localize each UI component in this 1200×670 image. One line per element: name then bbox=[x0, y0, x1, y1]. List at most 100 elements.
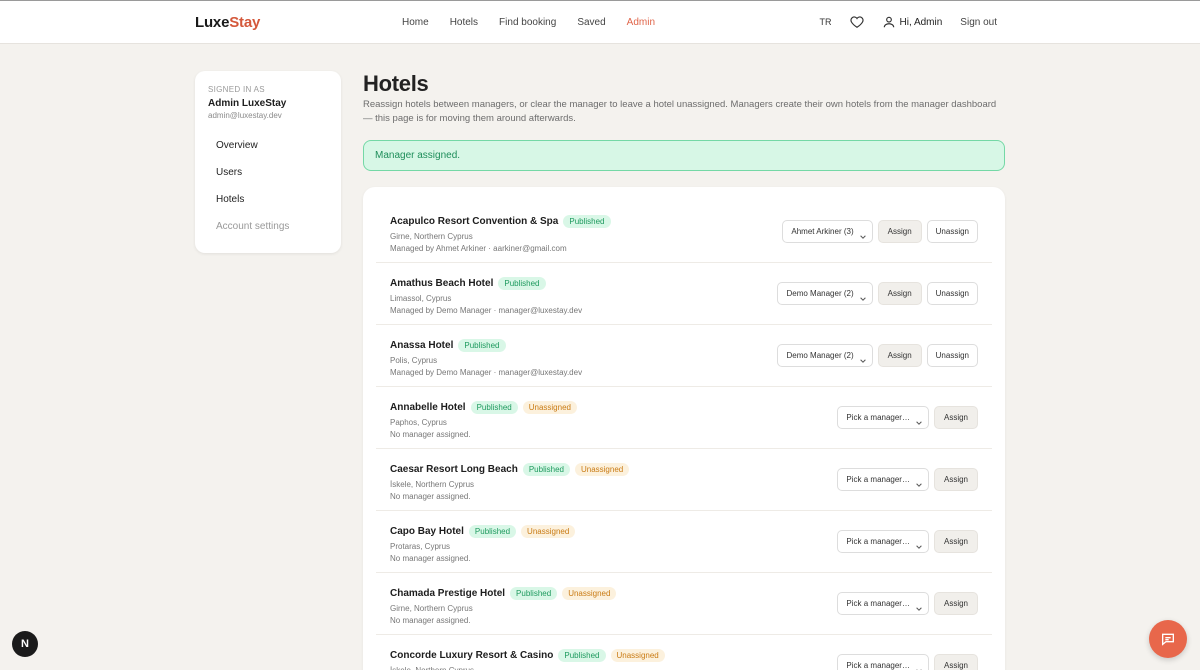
hotel-info: Anassa Hotel Published Polis, Cyprus Man… bbox=[390, 339, 582, 377]
status-badge-unassigned: Unassigned bbox=[574, 463, 630, 476]
hotels-card: Acapulco Resort Convention & Spa Publish… bbox=[363, 187, 1005, 670]
chevron-down-icon bbox=[915, 600, 923, 611]
status-badge-unassigned: Unassigned bbox=[521, 525, 576, 538]
sidebar-item-users[interactable]: Users bbox=[208, 165, 328, 192]
chevron-down-icon bbox=[915, 538, 923, 549]
sidebar-item-account-settings[interactable]: Account settings bbox=[208, 219, 328, 246]
status-badge-published: Published bbox=[498, 277, 546, 290]
hotel-location: Paphos, Cyprus bbox=[390, 418, 447, 427]
unassign-button[interactable]: Unassign bbox=[926, 220, 978, 243]
nav-home[interactable]: Home bbox=[402, 17, 429, 28]
assign-button[interactable]: Assign bbox=[933, 468, 978, 491]
hotel-manager: Managed by Demo Manager · manager@luxest… bbox=[390, 306, 583, 315]
hotel-name: Annabelle Hotel bbox=[390, 402, 466, 413]
hotel-row: Capo Bay Hotel Published Unassigned Prota… bbox=[376, 511, 992, 573]
hotel-name: Caesar Resort Long Beach bbox=[390, 464, 518, 475]
chevron-down-icon bbox=[859, 228, 867, 239]
hotel-title-line: Anassa Hotel Published bbox=[390, 339, 582, 352]
hotel-location: İskele, Northern Cyprus bbox=[390, 666, 665, 670]
main-nav: Home Hotels Find booking Saved Admin bbox=[402, 17, 655, 28]
assign-button[interactable]: Assign bbox=[933, 592, 978, 615]
manager-select-value: Pick a manager… bbox=[846, 661, 910, 670]
nav-saved[interactable]: Saved bbox=[577, 17, 605, 28]
hotel-row: Caesar Resort Long Beach Published Unassi… bbox=[376, 449, 992, 511]
sidebar-item-hotels[interactable]: Hotels bbox=[208, 192, 328, 219]
unassign-button[interactable]: Unassign bbox=[926, 282, 978, 305]
manager-select[interactable]: Demo Manager (2) bbox=[777, 344, 873, 367]
manager-select[interactable]: Pick a manager… bbox=[837, 468, 929, 491]
row-actions: Ahmet Arkiner (3) Assign Unassign bbox=[782, 220, 978, 243]
nav-admin[interactable]: Admin bbox=[627, 17, 655, 28]
row-actions: Pick a manager… Assign bbox=[837, 406, 978, 429]
manager-select-value: Pick a manager… bbox=[846, 599, 910, 608]
assign-button[interactable]: Assign bbox=[877, 220, 922, 243]
manager-select[interactable]: Demo Manager (2) bbox=[777, 282, 873, 305]
status-badge-unassigned: Unassigned bbox=[610, 649, 665, 662]
dev-indicator[interactable]: N bbox=[12, 631, 38, 657]
status-badge-published: Published bbox=[510, 587, 558, 600]
manager-select[interactable]: Pick a manager… bbox=[837, 530, 929, 553]
nav-hotels[interactable]: Hotels bbox=[450, 17, 478, 28]
assign-button[interactable]: Assign bbox=[933, 530, 978, 553]
chat-button[interactable] bbox=[1149, 620, 1187, 658]
chat-icon bbox=[1162, 633, 1174, 646]
hotel-name: Concorde Luxury Resort & Casino bbox=[390, 650, 554, 661]
heart-icon[interactable] bbox=[849, 15, 864, 29]
logo-text-1: Luxe bbox=[195, 14, 230, 31]
user-icon bbox=[882, 15, 896, 29]
hotel-title-line: Annabelle Hotel Published Unassigned bbox=[390, 401, 577, 414]
manager-select-value: Demo Manager (2) bbox=[786, 289, 854, 298]
page-description: Reassign hotels between managers, or cle… bbox=[363, 99, 997, 124]
assign-button[interactable]: Assign bbox=[933, 406, 978, 429]
assign-button[interactable]: Assign bbox=[877, 282, 922, 305]
hotel-manager: No manager assigned. bbox=[390, 430, 471, 439]
language-toggle[interactable]: TR bbox=[820, 17, 832, 27]
hotel-row: Annabelle Hotel Published Unassigned Paph… bbox=[376, 387, 992, 449]
signout-link[interactable]: Sign out bbox=[960, 17, 997, 28]
page-title: Hotels bbox=[363, 71, 429, 96]
hotel-row: Chamada Prestige Hotel Published Unassign… bbox=[376, 573, 992, 635]
hotel-info: Chamada Prestige Hotel Published Unassign… bbox=[390, 587, 617, 625]
chevron-down-icon bbox=[915, 414, 923, 425]
manager-select-value: Ahmet Arkiner (3) bbox=[791, 227, 854, 236]
sidebar-item-overview[interactable]: Overview bbox=[208, 138, 328, 165]
hotel-title-line: Caesar Resort Long Beach Published Unassi… bbox=[390, 463, 630, 476]
manager-select[interactable]: Ahmet Arkiner (3) bbox=[782, 220, 873, 243]
chevron-down-icon bbox=[915, 662, 923, 670]
status-badge-published: Published bbox=[458, 339, 506, 352]
manager-select[interactable]: Pick a manager… bbox=[837, 592, 929, 615]
manager-select[interactable]: Pick a manager… bbox=[837, 406, 929, 429]
hotel-name: Acapulco Resort Convention & Spa bbox=[390, 216, 559, 227]
assign-button[interactable]: Assign bbox=[877, 344, 922, 367]
hotel-location: Girne, Northern Cyprus bbox=[390, 232, 473, 241]
assign-button[interactable]: Assign bbox=[933, 654, 978, 670]
hotel-manager: No manager assigned. bbox=[390, 616, 471, 625]
hotel-info: Annabelle Hotel Published Unassigned Paph… bbox=[390, 401, 577, 439]
status-badge-published: Published bbox=[563, 215, 611, 228]
header-actions: TR Hi, Admin Sign out bbox=[820, 15, 997, 29]
manager-select-value: Demo Manager (2) bbox=[786, 351, 854, 360]
status-badge-published: Published bbox=[470, 401, 518, 414]
logo-text-2: Stay bbox=[229, 14, 261, 31]
sidebar: SIGNED IN AS Admin LuxeStay admin@luxest… bbox=[195, 71, 341, 253]
manager-select[interactable]: Pick a manager… bbox=[837, 654, 929, 670]
status-badge-unassigned: Unassigned bbox=[562, 587, 617, 600]
status-badge-published: Published bbox=[522, 463, 570, 476]
unassign-button[interactable]: Unassign bbox=[926, 344, 978, 367]
hotel-manager: Managed by Ahmet Arkiner · aarkiner@gmai… bbox=[390, 244, 567, 253]
hotel-info: Concorde Luxury Resort & Casino Publishe… bbox=[390, 649, 665, 670]
greeting: Hi, Admin bbox=[899, 16, 943, 28]
admin-email: admin@luxestay.dev bbox=[208, 111, 282, 120]
row-actions: Pick a manager… Assign bbox=[837, 654, 978, 670]
signed-in-label: SIGNED IN AS bbox=[208, 85, 265, 94]
success-alert: Manager assigned. bbox=[363, 140, 1005, 171]
admin-name: Admin LuxeStay bbox=[208, 98, 287, 109]
hotel-manager: Managed by Demo Manager · manager@luxest… bbox=[390, 368, 583, 377]
top-navbar: LuxeStay Home Hotels Find booking Saved … bbox=[0, 0, 1200, 44]
hotel-row: Acapulco Resort Convention & Spa Publish… bbox=[376, 201, 992, 263]
nav-find-booking[interactable]: Find booking bbox=[499, 17, 556, 28]
hotel-location: Limassol, Cyprus bbox=[390, 294, 452, 303]
status-badge-published: Published bbox=[468, 525, 517, 538]
account-menu[interactable]: Hi, Admin bbox=[882, 15, 943, 29]
logo[interactable]: LuxeStay bbox=[195, 14, 260, 31]
